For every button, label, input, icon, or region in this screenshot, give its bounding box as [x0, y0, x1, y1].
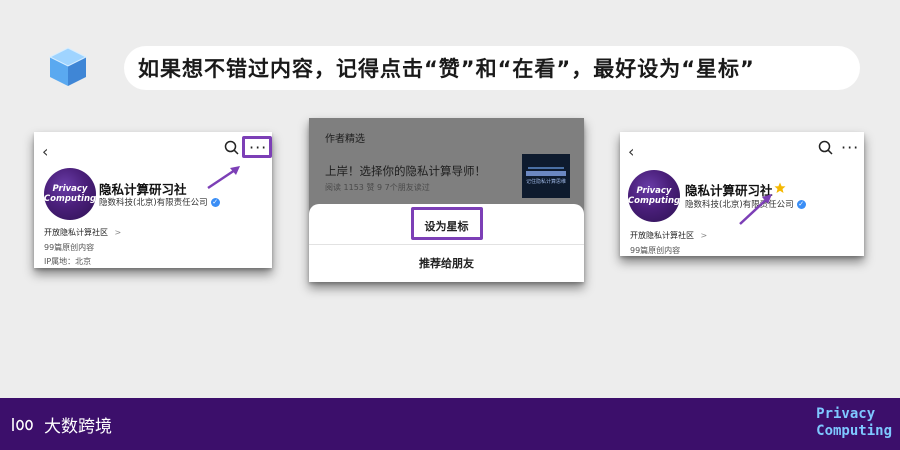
avatar: Privacy Computing — [44, 168, 96, 220]
profile-card-left: ‹ ··· Privacy Computing 隐私计算研习社 隐数科技(北京)… — [34, 132, 272, 268]
org-company: 隐数科技(北京)有限责任公司 ✓ — [99, 197, 220, 208]
verified-icon: ✓ — [210, 197, 220, 207]
article-meta: 阅读 1153 赞 9 7个朋友读过 — [325, 183, 430, 192]
footer-logo: 大数跨境 — [10, 412, 112, 437]
original-count: 99篇原创内容 — [44, 243, 95, 252]
bottom-sheet: 设为星标 推荐给朋友 — [309, 204, 584, 282]
community-link[interactable]: 开放隐私计算社区 > — [44, 227, 121, 238]
divider — [309, 244, 584, 245]
footer-brand: Privacy Computing — [816, 406, 892, 439]
profile-card-right: ‹ ··· Privacy Computing 隐私计算研习社 隐数科技(北京)… — [620, 132, 864, 256]
arrow-icon — [207, 166, 240, 190]
instruction-banner: 如果想不错过内容，记得点击“赞”和“在看”，最好设为“星标” — [124, 46, 860, 90]
recommend-button[interactable]: 推荐给朋友 — [309, 255, 584, 271]
action-sheet-card: 作者精选 上岸！选择你的隐私计算导师！ 阅读 1153 赞 9 7个朋友读过 记… — [309, 118, 584, 282]
article-thumbnail[interactable]: 记住隐私计算思维 — [522, 154, 570, 198]
banner-text: 如果想不错过内容，记得点击“赞”和“在看”，最好设为“星标” — [138, 57, 755, 81]
verified-icon: ✓ — [796, 199, 806, 209]
search-icon[interactable] — [224, 140, 240, 156]
more-highlight-box — [242, 136, 272, 158]
arrow-icon — [739, 194, 772, 225]
community-link[interactable]: 开放隐私计算社区 > — [630, 230, 707, 241]
section-title: 作者精选 — [325, 134, 365, 145]
article-title[interactable]: 上岸！选择你的隐私计算导师！ — [325, 163, 486, 179]
logo-icon — [12, 417, 33, 431]
search-icon[interactable] — [818, 140, 834, 156]
ip-location: IP属地：北京 — [44, 257, 92, 266]
cube-icon — [48, 47, 88, 86]
back-arrow-icon[interactable]: ‹ — [42, 142, 48, 161]
set-star-highlight-box — [411, 207, 483, 240]
avatar: Privacy Computing — [628, 170, 680, 222]
more-icon[interactable]: ··· — [841, 138, 859, 157]
original-count: 99篇原创内容 — [630, 246, 681, 255]
footer-bar: 大数跨境 Privacy Computing — [0, 398, 900, 450]
back-arrow-icon[interactable]: ‹ — [628, 142, 634, 161]
